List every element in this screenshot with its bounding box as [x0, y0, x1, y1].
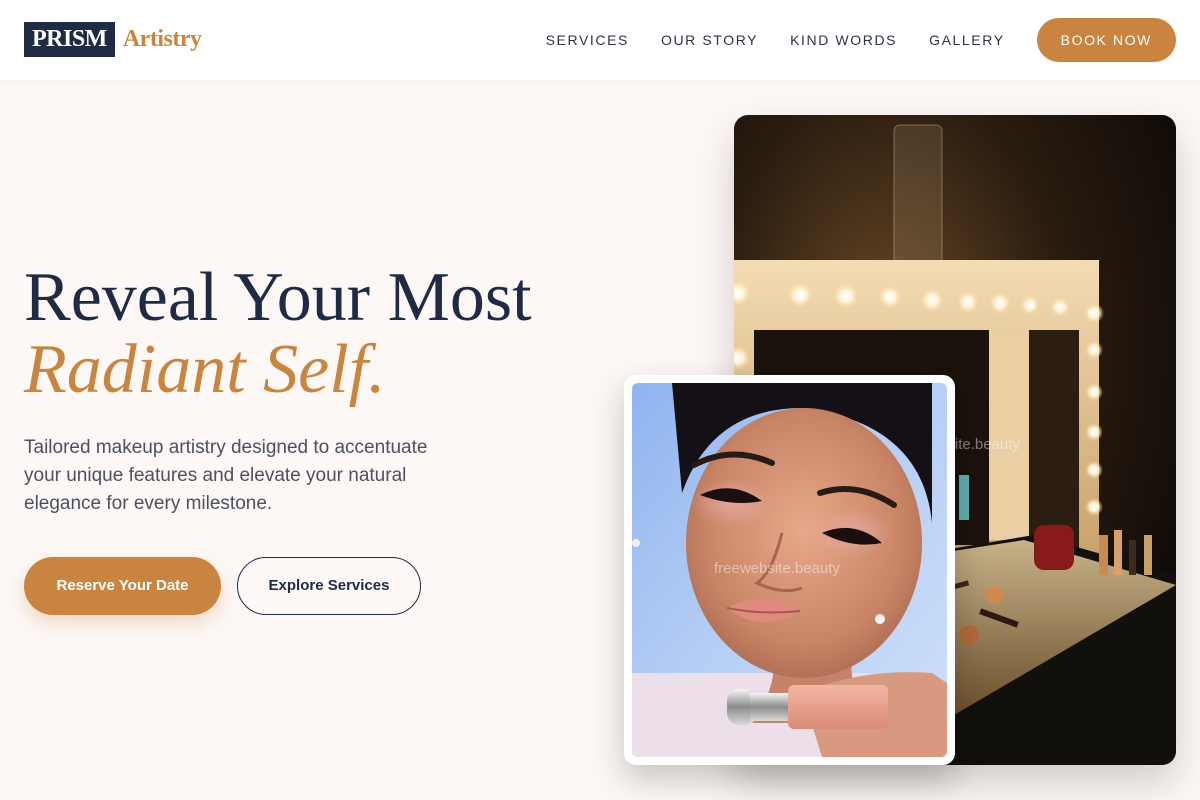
svg-text:freewebsite.beauty: freewebsite.beauty: [714, 560, 840, 577]
nav-our-story[interactable]: OUR STORY: [661, 32, 758, 48]
hero-subtitle: Tailored makeup artistry designed to acc…: [24, 437, 428, 514]
logo-wordmark: Artistry: [122, 26, 202, 52]
nav-services[interactable]: SERVICES: [546, 32, 629, 48]
model-portrait-image: freewebsite.beauty: [632, 383, 947, 757]
hero-title-accent: Radiant Self.: [24, 331, 386, 408]
portrait-card: freewebsite.beauty: [624, 375, 955, 765]
reserve-date-button[interactable]: Reserve Your Date: [24, 557, 221, 615]
book-now-button[interactable]: BOOK NOW: [1036, 18, 1176, 62]
hero-title: Reveal Your Most Radiant Self.: [24, 262, 624, 406]
explore-services-button[interactable]: Explore Services: [237, 557, 421, 615]
logo[interactable]: PRISM Artistry: [24, 22, 202, 57]
nav-gallery[interactable]: GALLERY: [929, 32, 1005, 48]
hero-title-line1: Reveal Your Most: [24, 259, 532, 336]
nav-kind-words[interactable]: KIND WORDS: [790, 32, 897, 48]
main-nav: SERVICES OUR STORY KIND WORDS GALLERY BO…: [546, 18, 1176, 62]
logo-mark: PRISM: [24, 22, 115, 57]
site-header: PRISM Artistry SERVICES OUR STORY KIND W…: [0, 0, 1200, 80]
